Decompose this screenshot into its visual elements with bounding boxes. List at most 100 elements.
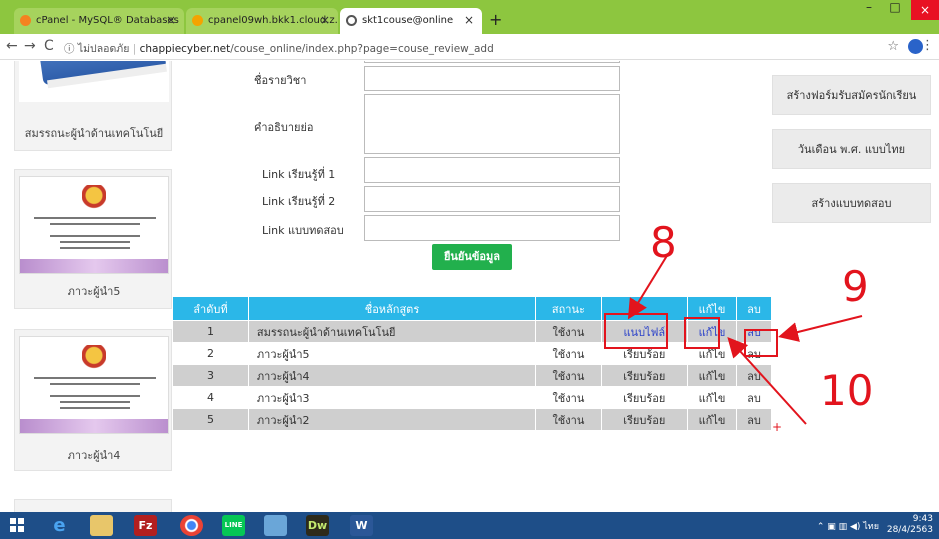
col-header-number: ลำดับที่: [172, 296, 249, 321]
table-row: 3 ภาวะผู้นำ4 ใช้งาน เรียบร้อย แก้ไข ลบ: [172, 364, 772, 387]
chrome-icon[interactable]: [180, 515, 203, 536]
link2-textarea[interactable]: [364, 186, 620, 212]
certificate-image: [19, 336, 169, 434]
browser-titlebar: cPanel - MySQL® Databases × cpanel09wh.b…: [0, 0, 939, 34]
insecure-label: ไม่ปลอดภัย: [77, 43, 130, 55]
course-card[interactable]: ภาวะผู้นำ4: [14, 329, 172, 471]
close-tab-icon[interactable]: ×: [320, 13, 330, 27]
annotation-number-8: 8: [650, 218, 677, 267]
course-name-textarea[interactable]: [364, 66, 620, 91]
col-header-status: สถานะ: [535, 296, 602, 321]
course-card-title: ภาวะผู้นำ5: [67, 285, 121, 298]
col-header-delete: ลบ: [736, 296, 772, 321]
tray-icons[interactable]: ⌃ ▣ ▥ ◀): [817, 522, 863, 532]
system-tray[interactable]: ⌃ ▣ ▥ ◀) ไทย: [817, 519, 879, 533]
table-row: 4 ภาวะผู้นำ3 ใช้งาน เรียบร้อย แก้ไข ลบ: [172, 386, 772, 409]
globe-icon: [346, 15, 357, 26]
book-image: [19, 61, 169, 102]
create-test-button[interactable]: สร้างแบบทดสอบ: [772, 183, 931, 223]
page-content: สมรรถนะผู้นำด้านเทคโนโนยี ภาวะผู้นำ5 ภาว…: [0, 61, 939, 512]
row-number: 1: [172, 320, 249, 343]
app-icon[interactable]: [264, 515, 287, 536]
test-link-textarea[interactable]: [364, 215, 620, 241]
row-file-status: เรียบร้อย: [600, 408, 688, 431]
close-tab-icon[interactable]: ×: [166, 13, 176, 27]
url-host: chappiecyber.net: [139, 43, 231, 55]
menu-kebab-icon[interactable]: ⋮: [921, 38, 934, 53]
reload-button[interactable]: C: [44, 38, 54, 54]
link1-label: Link เรียนรู้ที่ 1: [262, 168, 336, 181]
filezilla-icon[interactable]: Fz: [134, 515, 157, 536]
bookmark-star-icon[interactable]: ☆: [887, 39, 899, 54]
course-card[interactable]: สมรรถนะผู้นำด้านเทคโนโนยี: [14, 61, 172, 151]
delete-link[interactable]: ลบ: [736, 408, 772, 431]
maximize-button[interactable]: □: [883, 0, 907, 20]
thai-date-button[interactable]: วันเดือน พ.ศ. แบบไทย: [772, 129, 931, 169]
attach-file-link[interactable]: แนบไฟล์: [623, 326, 665, 339]
edit-link[interactable]: แก้ไข: [699, 326, 726, 339]
tab-skt1couse[interactable]: skt1couse@online ×: [340, 8, 482, 34]
back-button[interactable]: ←: [6, 38, 18, 54]
course-card-title: สมรรถนะผู้นำด้านเทคโนโนยี: [24, 127, 164, 140]
table-header-row: ลำดับที่ ชื่อหลักสูตร สถานะ แก้ไข ลบ: [172, 296, 772, 321]
previous-field[interactable]: [364, 61, 620, 63]
row-status: ใช้งาน: [535, 320, 602, 343]
description-label: คำอธิบายย่อ: [254, 121, 314, 134]
course-card[interactable]: ภาวะผู้นำ5: [14, 169, 172, 309]
forward-button[interactable]: →: [24, 38, 36, 54]
row-number: 2: [172, 342, 249, 365]
cpanel-icon: [20, 15, 31, 26]
course-table: ลำดับที่ ชื่อหลักสูตร สถานะ แก้ไข ลบ 1 ส…: [172, 296, 772, 431]
new-tab-button[interactable]: +: [489, 10, 502, 29]
clock[interactable]: 9:43 28/4/2563: [887, 514, 933, 536]
url-path: /couse_online/index.php?page=couse_revie…: [230, 43, 494, 55]
row-course-name: สมรรถนะผู้นำด้านเทคโนโนยี: [247, 320, 537, 343]
language-indicator[interactable]: ไทย: [863, 522, 879, 532]
student-form-button[interactable]: สร้างฟอร์มรับสมัครนักเรียน: [772, 75, 931, 115]
delete-link[interactable]: ลบ: [736, 386, 772, 409]
internet-explorer-icon[interactable]: e: [48, 515, 71, 536]
emblem-icon: [82, 345, 106, 371]
row-course-name: ภาวะผู้นำ2: [247, 408, 537, 431]
window-close-button[interactable]: ×: [911, 0, 939, 20]
row-status: ใช้งาน: [535, 342, 602, 365]
url-field[interactable]: ⓘ ไม่ปลอดภัย | chappiecyber.net/couse_on…: [64, 40, 494, 57]
edit-link[interactable]: แก้ไข: [686, 408, 738, 431]
description-textarea[interactable]: [364, 94, 620, 154]
delete-link[interactable]: ลบ: [747, 326, 761, 339]
course-card-title: ภาวะผู้นำ4: [67, 449, 121, 462]
delete-link[interactable]: ลบ: [736, 364, 772, 387]
row-status: ใช้งาน: [535, 364, 602, 387]
row-file-status: เรียบร้อย: [600, 342, 688, 365]
link1-textarea[interactable]: [364, 157, 620, 183]
address-bar: ← → C ⓘ ไม่ปลอดภัย | chappiecyber.net/co…: [0, 34, 939, 60]
course-name-label: ชื่อรายวิชา: [254, 74, 307, 87]
word-icon[interactable]: W: [350, 515, 373, 536]
submit-button[interactable]: ยืนยันข้อมูล: [432, 244, 512, 270]
line-icon[interactable]: LINE: [222, 515, 245, 536]
col-header-course: ชื่อหลักสูตร: [247, 296, 537, 321]
info-icon[interactable]: ⓘ: [64, 43, 75, 55]
dreamweaver-icon[interactable]: Dw: [306, 515, 329, 536]
row-number: 3: [172, 364, 249, 387]
row-number: 5: [172, 408, 249, 431]
windows-start-icon[interactable]: [10, 518, 25, 533]
phpmyadmin-icon: [192, 15, 203, 26]
course-card[interactable]: [14, 499, 172, 512]
annotation-number-10: 10: [820, 366, 874, 415]
edit-link[interactable]: แก้ไข: [686, 364, 738, 387]
delete-link[interactable]: ลบ: [736, 342, 772, 365]
row-status: ใช้งาน: [535, 408, 602, 431]
tab-phpmyadmin[interactable]: cpanel09wh.bkk1.cloud.z.com / l ×: [186, 8, 338, 34]
row-course-name: ภาวะผู้นำ3: [247, 386, 537, 409]
windows-taskbar: e Fz LINE Dw W ⌃ ▣ ▥ ◀) ไทย 9:43 28/4/25…: [0, 512, 939, 539]
row-file-status: เรียบร้อย: [600, 386, 688, 409]
tab-cpanel-mysql[interactable]: cPanel - MySQL® Databases ×: [14, 8, 184, 34]
edit-link[interactable]: แก้ไข: [686, 386, 738, 409]
edit-link[interactable]: แก้ไข: [686, 342, 738, 365]
file-explorer-icon[interactable]: [90, 515, 113, 536]
table-row: 1 สมรรถนะผู้นำด้านเทคโนโนยี ใช้งาน แนบไฟ…: [172, 320, 772, 343]
link2-label: Link เรียนรู้ที่ 2: [262, 195, 336, 208]
minimize-button[interactable]: –: [857, 0, 881, 20]
close-tab-icon[interactable]: ×: [464, 13, 474, 27]
